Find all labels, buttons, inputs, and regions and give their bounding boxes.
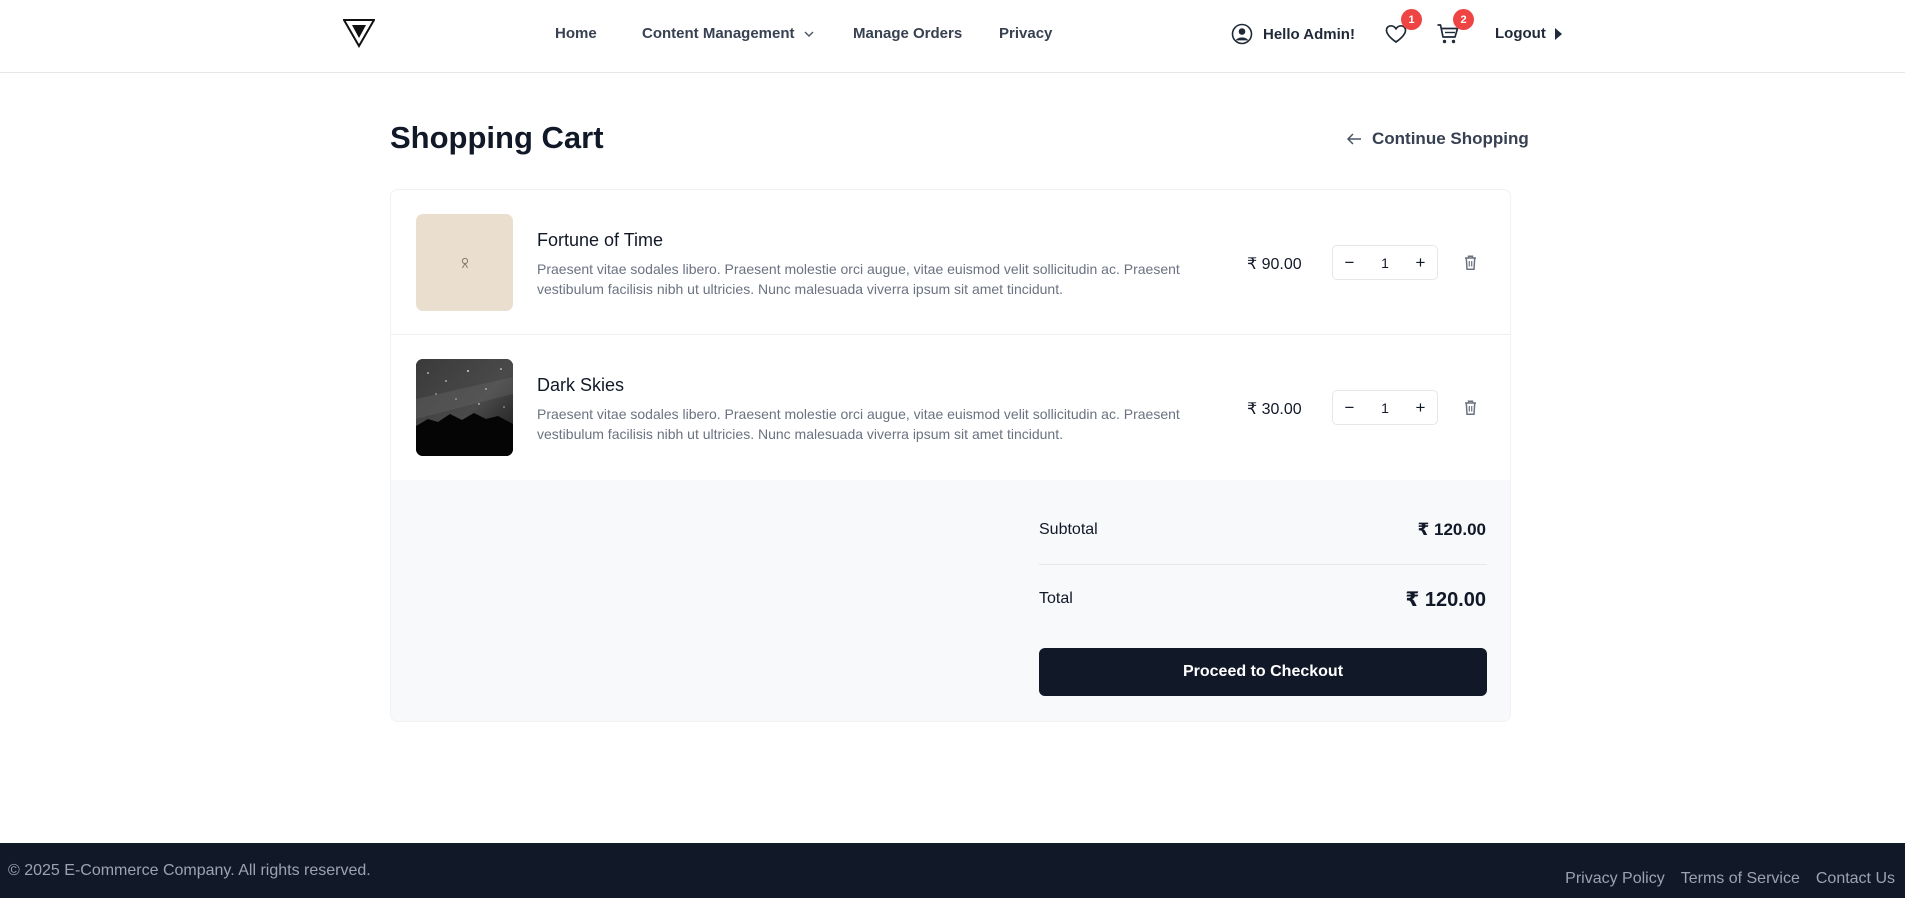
product-illustration [461,257,468,268]
wishlist-button[interactable]: 1 [1384,9,1422,46]
product-name[interactable]: Fortune of Time [537,230,663,251]
arrow-left-icon [1346,133,1361,145]
logout-label: Logout [1495,25,1546,42]
total-value: ₹ 120.00 [1405,589,1486,611]
quantity-value: 1 [1381,399,1389,416]
minus-icon[interactable]: − [1333,246,1366,279]
order-summary: Subtotal ₹ 120.00 Total ₹ 120.00 Proceed… [391,480,1510,721]
user-menu[interactable]: Hello Admin! [1231,23,1355,45]
footer-link-privacy-policy[interactable]: Privacy Policy [1565,870,1665,888]
plus-icon[interactable]: + [1404,246,1437,279]
wishlist-count-badge: 1 [1401,9,1422,30]
product-description: Praesent vitae sodales libero. Praesent … [537,261,1180,297]
continue-shopping-link[interactable]: Continue Shopping [1346,129,1529,149]
site-header: Home Content Management Manage Orders Pr… [0,0,1905,73]
user-greeting: Hello Admin! [1263,25,1355,43]
summary-divider [1039,564,1487,565]
total-label: Total [1039,590,1073,607]
site-footer: © 2025 E-Commerce Company. All rights re… [0,843,1905,898]
product-image[interactable] [416,359,513,456]
cart-button[interactable]: 2 [1436,9,1474,46]
quantity-value: 1 [1381,254,1389,271]
product-description: Praesent vitae sodales libero. Praesent … [537,406,1180,442]
cart-count-badge: 2 [1453,9,1474,30]
night-sky-illustration [416,359,513,456]
triangle-logo-icon[interactable] [343,18,375,48]
footer-link-terms-of-service[interactable]: Terms of Service [1681,870,1800,888]
page-title: Shopping Cart [390,120,604,155]
product-price: ₹ 90.00 [1247,256,1302,273]
product-name[interactable]: Dark Skies [537,375,624,396]
product-price: ₹ 30.00 [1247,401,1302,418]
nav-content-management-label: Content Management [642,25,795,42]
footer-link-contact-us[interactable]: Contact Us [1816,870,1895,888]
cart-item: Fortune of Time Praesent vitae sodales l… [391,190,1510,335]
plus-icon[interactable]: + [1404,391,1437,424]
cart-card: Fortune of Time Praesent vitae sodales l… [390,189,1511,722]
nav-home[interactable]: Home [555,25,597,42]
user-circle-icon [1231,23,1253,45]
continue-shopping-label: Continue Shopping [1372,129,1529,148]
subtotal-label: Subtotal [1039,521,1098,538]
product-image[interactable] [416,214,513,311]
subtotal-value: ₹ 120.00 [1417,520,1486,539]
nav-privacy[interactable]: Privacy [999,25,1052,42]
minus-icon[interactable]: − [1333,391,1366,424]
logout-button[interactable]: Logout [1495,25,1563,42]
quantity-stepper: − 1 + [1332,390,1438,425]
nav-content-management[interactable]: Content Management [642,25,815,42]
footer-links: Privacy Policy Terms of Service Contact … [1565,870,1895,888]
trash-icon[interactable] [1462,399,1479,416]
caret-right-icon [1554,27,1562,40]
chevron-down-icon [804,31,814,37]
quantity-stepper: − 1 + [1332,245,1438,280]
proceed-to-checkout-button[interactable]: Proceed to Checkout [1039,648,1487,696]
trash-icon[interactable] [1462,254,1479,271]
nav-manage-orders[interactable]: Manage Orders [853,25,962,42]
cart-item: Dark Skies Praesent vitae sodales libero… [391,335,1510,480]
copyright-text: © 2025 E-Commerce Company. All rights re… [8,862,371,879]
